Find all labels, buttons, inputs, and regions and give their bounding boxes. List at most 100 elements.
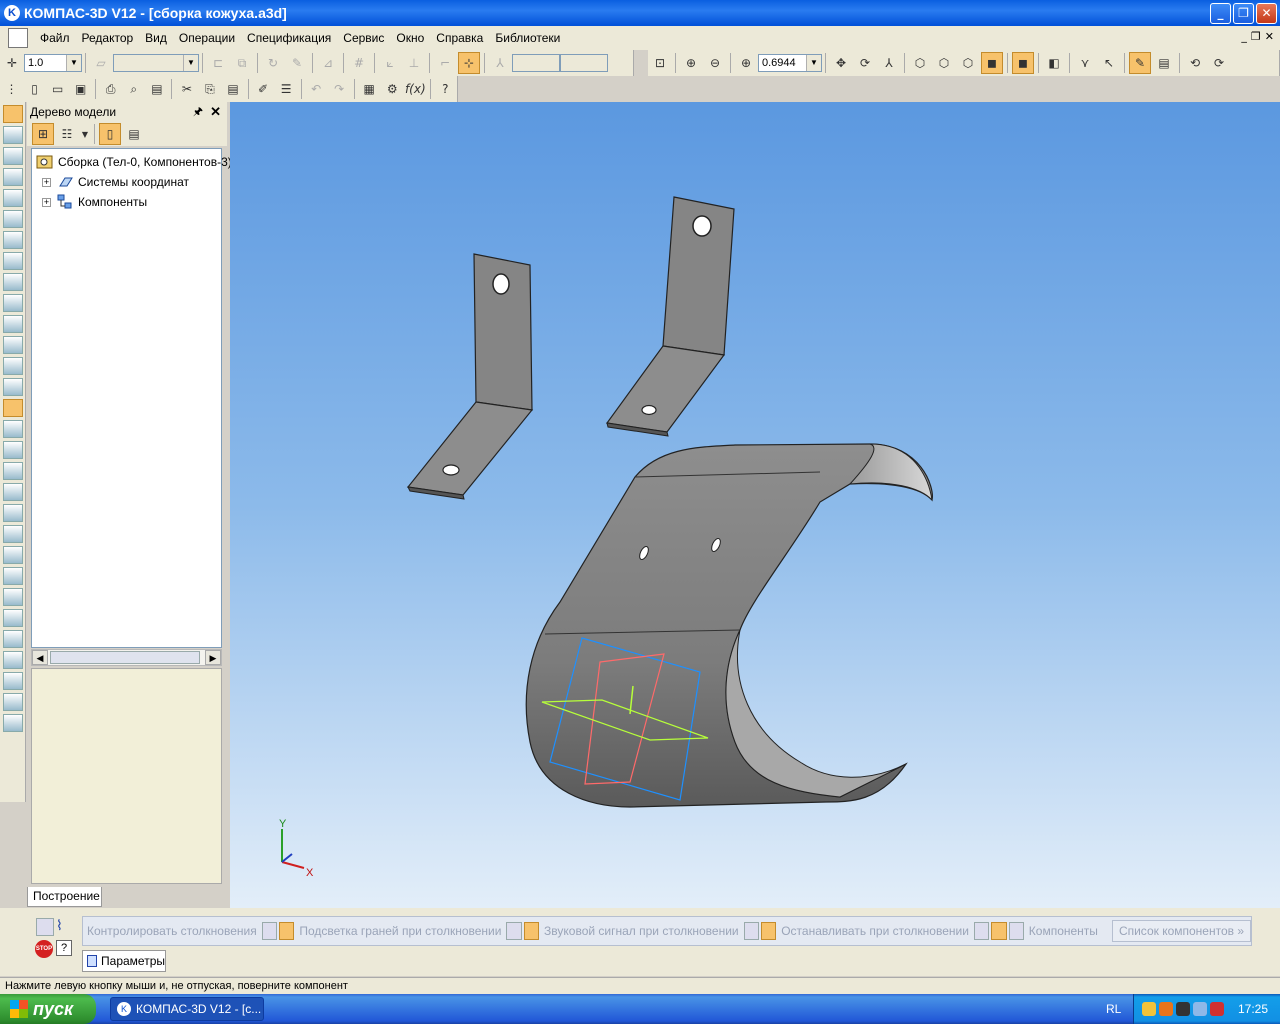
close-icon[interactable]: ✕ [210,104,221,120]
scroll-left-icon[interactable]: ◀ [32,650,48,665]
step-combo[interactable]: 1.0 ▼ [24,54,82,72]
menu-operations[interactable]: Операции [173,31,241,45]
menu-view[interactable]: Вид [139,31,173,45]
network-icon[interactable] [1159,1002,1173,1016]
tree-icon[interactable]: ⚙ [382,78,403,100]
tab-construction[interactable]: Построение [27,887,102,907]
kompas-app-icon[interactable]: K [4,5,20,21]
tree-view-mode-icon[interactable]: ☷ [56,123,78,145]
maximize-button[interactable]: ❐ [1233,3,1254,24]
mate-icon[interactable] [3,420,23,438]
menu-file[interactable]: Файл [34,31,76,45]
open-folder-icon[interactable]: ▭ [47,78,68,100]
menu-window[interactable]: Окно [390,31,430,45]
close-button[interactable]: ✕ [1256,3,1277,24]
sound-signal-label[interactable]: Звуковой сигнал при столкновении [540,924,743,938]
thin-lines-icon[interactable]: ⬡ [957,52,979,74]
print-preview-icon[interactable]: ⌕ [123,78,144,100]
hole-icon[interactable] [3,546,23,564]
title-bar[interactable]: K КОМПАС-3D V12 - [сборка кожуха.a3d] _ … [0,0,1280,26]
collision-control-label[interactable]: Контролировать столкновения [83,924,261,938]
zoom-window-icon[interactable]: ⊡ [649,52,671,74]
antivirus-icon[interactable] [1210,1002,1224,1016]
revolve-icon[interactable] [3,462,23,480]
diagnostics-icon[interactable] [3,294,23,312]
move-component-icon[interactable] [3,378,23,396]
mdi-close-button[interactable]: ✕ [1265,30,1274,43]
stop-on-icon[interactable] [991,922,1007,940]
highlight-off-icon[interactable] [506,922,522,940]
edit-mode-icon[interactable]: ✎ [1129,52,1151,74]
sound-on-icon[interactable] [760,922,777,940]
tree-panel-icon[interactable]: ▯ [99,123,121,145]
zoom-combo[interactable]: 0.6944 ▼ [758,54,822,72]
shell-part[interactable] [525,443,933,808]
curve-icon[interactable] [3,714,23,732]
assembly-model[interactable]: Y X [230,102,1280,908]
menu-editor[interactable]: Редактор [76,31,140,45]
edit-assembly-icon[interactable] [3,105,23,123]
sketch-icon[interactable] [3,126,23,144]
loft-icon[interactable] [3,483,23,501]
tree-list-icon[interactable]: ▤ [123,123,145,145]
chevron-down-icon[interactable]: ▼ [66,55,81,71]
zoom-scale-icon[interactable]: ⊕ [735,52,757,74]
mirror-icon[interactable] [3,651,23,669]
taskbar-item-kompas[interactable]: K КОМПАС-3D V12 - [с... [110,997,264,1021]
array-icon[interactable] [3,630,23,648]
format-brush-icon[interactable]: ✐ [252,78,273,100]
face-highlight-label[interactable]: Подсветка граней при столкновении [295,924,505,938]
spec-icon[interactable] [3,252,23,270]
fillet-icon[interactable] [3,567,23,585]
chevron-down-icon[interactable]: ▼ [80,123,90,145]
update-icon[interactable]: ⟲ [1184,52,1206,74]
shaded-icon[interactable]: ◼ [981,52,1003,74]
select-icon[interactable]: ↖ [1098,52,1120,74]
menu-specification[interactable]: Спецификация [241,31,337,45]
bracket-right[interactable] [605,196,735,437]
stop-off-icon[interactable] [973,922,990,940]
tree-horizontal-scrollbar[interactable]: ◀ ▶ [31,649,222,666]
cut-extrude-icon[interactable] [3,525,23,543]
variables-icon[interactable]: f(x) [405,78,426,100]
stop-icon[interactable]: STOP [35,940,53,958]
manager-icon[interactable]: ▦ [359,78,380,100]
search-tray-icon[interactable] [1193,1002,1207,1016]
language-indicator[interactable]: RL [1106,1002,1121,1016]
text-icon[interactable] [3,210,23,228]
library-icon[interactable]: ▤ [1153,52,1175,74]
pan-icon[interactable]: ✥ [830,52,852,74]
sweep-icon[interactable] [3,504,23,522]
sound-off-icon[interactable] [743,922,759,940]
extrude-icon[interactable] [3,441,23,459]
snap-toggle-icon[interactable]: ⊹ [458,52,480,74]
help-pointer-icon[interactable]: ? [435,78,456,100]
clip-icon[interactable] [3,189,23,207]
zoom-out-icon[interactable]: ⊖ [704,52,726,74]
paste-icon[interactable]: ▤ [222,78,243,100]
scroll-right-icon[interactable]: ▶ [205,650,221,665]
components-label[interactable]: Компоненты [1025,924,1102,938]
model-tree[interactable]: Сборка (Тел-0, Компонентов-3) + Системы … [31,148,232,648]
tree-item-coordinate-systems[interactable]: + Системы координат [42,173,189,191]
clip-icon[interactable]: ⌇ [56,918,74,936]
mdi-restore-button[interactable]: ❐ [1251,30,1261,43]
mdi-minimize-button[interactable]: _ [1241,30,1247,43]
shaded-edges-icon[interactable]: ◼ [1012,52,1034,74]
collision-off-icon[interactable] [261,922,278,940]
insert-component-icon[interactable] [3,357,23,375]
save-icon[interactable]: ▣ [70,78,91,100]
expand-plus-icon[interactable]: + [42,177,51,187]
refresh-icon[interactable]: ⟳ [1208,52,1230,74]
pin-icon[interactable]: 🖈 [193,103,203,122]
highlight-on-icon[interactable] [523,922,540,940]
component-list-button[interactable]: Список компонентов » [1111,920,1252,942]
wireframe-icon[interactable]: ⬡ [909,52,931,74]
document-icon[interactable] [8,28,28,48]
bracket-left[interactable] [406,253,534,500]
plane-icon[interactable] [3,672,23,690]
cut-icon[interactable]: ✂ [176,78,197,100]
rotate-icon[interactable]: ⟳ [854,52,876,74]
dimension-icon[interactable] [3,168,23,186]
perspective-icon[interactable]: ◧ [1043,52,1065,74]
